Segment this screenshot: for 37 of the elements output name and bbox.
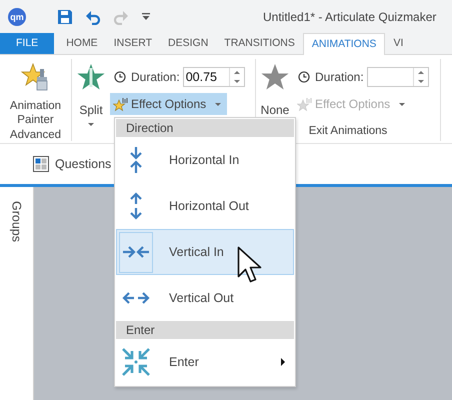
ribbon-tab[interactable]: ANIMATIONS — [302, 33, 386, 55]
menu-section-header: Enter — [116, 321, 294, 339]
file-tab[interactable]: FILE — [0, 33, 54, 54]
groups-panel-title: Groups — [10, 201, 24, 242]
menu-item[interactable]: Vertical In — [116, 229, 294, 275]
duration-spinner[interactable]: 00.75 — [182, 66, 245, 86]
star-wand-icon — [113, 96, 128, 112]
clock-icon — [114, 70, 126, 82]
menu-item[interactable]: Horizontal In — [116, 137, 294, 183]
ribbon-tab[interactable]: INSERT — [106, 33, 160, 54]
duration-label: Duration: — [315, 70, 364, 84]
group-label: Exit Animations — [308, 124, 388, 139]
window-title: Untitled1* - Articulate Quizmaker — [263, 10, 436, 24]
effect-button[interactable]: None — [256, 59, 294, 117]
menu-item[interactable]: Enter — [116, 339, 294, 385]
ribbon-tab[interactable]: VI — [385, 33, 412, 54]
ribbon-tab[interactable]: HOME — [58, 33, 106, 54]
group-label: Advanced — [8, 128, 62, 143]
effect-button[interactable]: Split — [72, 59, 110, 126]
grid-icon — [33, 156, 49, 172]
ribbon-tab[interactable]: TRANSITIONS — [216, 33, 303, 54]
duration-label: Duration: — [131, 70, 180, 84]
effect-options-button[interactable]: Effect Options — [110, 93, 228, 115]
animation-painter-button[interactable]: Animation Painter — [0, 61, 71, 127]
menu-item[interactable]: Vertical Out — [116, 275, 294, 321]
questions-button[interactable]: Questions — [33, 156, 112, 172]
undo-icon[interactable] — [85, 8, 101, 24]
save-icon[interactable] — [57, 8, 73, 24]
arrows-to-center-icon — [121, 347, 151, 377]
customize-menu-icon[interactable] — [141, 12, 151, 22]
menu-item[interactable]: Horizontal Out — [116, 183, 294, 229]
star-wand-icon — [297, 96, 312, 112]
mouse-cursor-icon — [237, 246, 263, 284]
menu-section-header: Direction — [116, 119, 294, 137]
clock-icon — [298, 70, 310, 82]
ribbon-tab[interactable]: DESIGN — [160, 33, 216, 54]
app-logo: qm — [8, 8, 26, 26]
